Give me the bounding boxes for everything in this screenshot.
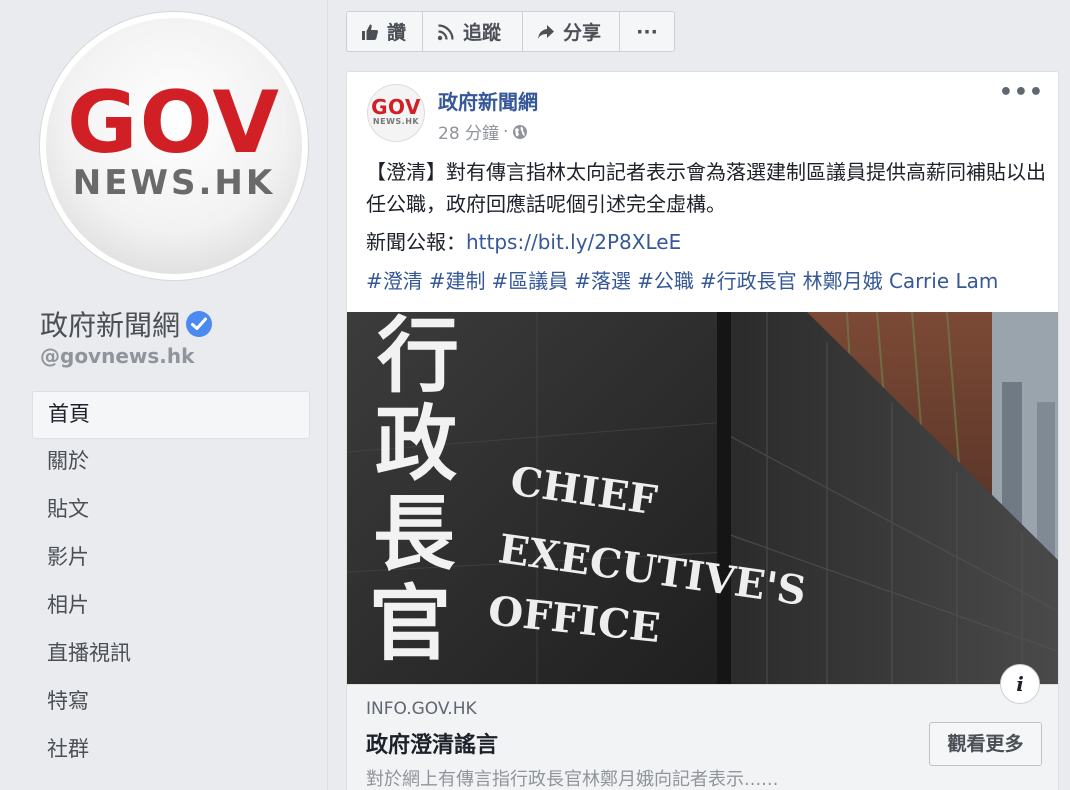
nav-item-photos[interactable]: 相片 [32, 583, 310, 631]
avatar-logo-gov: GOV [371, 95, 421, 119]
share-label: 分享 [563, 22, 602, 44]
nav-item-live[interactable]: 直播視訊 [32, 631, 310, 679]
page-sidebar: GOV NEWS.HK 政府新聞網 @govnews.hk 首頁 關於 貼文 影… [0, 0, 328, 790]
sign-chinese-chars: 行 政 長 官 [369, 312, 459, 672]
post-link-prefix: 新聞公報： [366, 230, 466, 254]
post-author-name[interactable]: 政府新聞網 [438, 86, 538, 115]
hashtag-link[interactable]: #澄清 [366, 269, 423, 293]
logo-gov-text: GOV [67, 73, 281, 173]
post-author-avatar[interactable]: GOV NEWS.HK [367, 84, 425, 142]
nav-item-videos[interactable]: 影片 [32, 535, 310, 583]
page-action-toolbar: 讚 追蹤 分享 ··· [346, 11, 675, 52]
tagged-person-link[interactable]: 林鄭月娥 Carrie Lam [803, 269, 999, 293]
info-icon[interactable]: i [1000, 664, 1040, 704]
share-arrow-icon [538, 24, 554, 39]
page-handle[interactable]: @govnews.hk [40, 344, 194, 368]
nav-item-about[interactable]: 關於 [32, 439, 310, 487]
verified-badge-icon [186, 311, 213, 337]
nav-item-featured[interactable]: 特寫 [32, 679, 310, 727]
page-title: 政府新聞網 [40, 304, 213, 344]
govnews-logo: GOV NEWS.HK [46, 18, 302, 274]
post-card: GOV NEWS.HK 政府新聞網 28 分鐘 · ••• 【澄清】對有傳言指林… [346, 71, 1059, 790]
link-preview-title[interactable]: 政府澄清謠言 [366, 727, 498, 759]
link-preview-domain: INFO.GOV.HK [366, 699, 477, 719]
avatar-logo-news: NEWS.HK [372, 117, 420, 126]
like-label: 讚 [387, 22, 407, 44]
page-nav: 首頁 關於 貼文 影片 相片 直播視訊 特寫 社群 [32, 391, 310, 775]
nav-item-posts[interactable]: 貼文 [32, 487, 310, 535]
rss-icon [437, 23, 454, 40]
like-button[interactable]: 讚 [347, 12, 423, 51]
link-preview-description: 對於網上有傳言指行政長官林鄭月娥向記者表示...... [366, 769, 779, 790]
globe-icon[interactable] [512, 124, 528, 140]
meta-separator: · [503, 121, 509, 142]
learn-more-button[interactable]: 觀看更多 [929, 722, 1042, 766]
hashtag-link[interactable]: #行政長官 [700, 269, 797, 293]
post-hashtags: #澄清 #建制 #區議員 #落選 #公職 #行政長官 林鄭月娥 Carrie Lam [366, 265, 1004, 294]
sign-char-4: 官 [369, 576, 451, 672]
hashtag-link[interactable]: #落選 [574, 269, 631, 293]
hashtag-link[interactable]: #公職 [637, 269, 694, 293]
post-link-line: 新聞公報：https://bit.ly/2P8XLeE [366, 226, 681, 255]
follow-label: 追蹤 [463, 22, 502, 44]
post-meta: 28 分鐘 · [438, 119, 528, 144]
link-preview[interactable]: INFO.GOV.HK 政府澄清謠言 對於網上有傳言指行政長官林鄭月娥向記者表示… [347, 684, 1058, 790]
post-options-button[interactable]: ••• [999, 80, 1044, 105]
post-link-image[interactable]: 行 政 長 官 CHIEF EXECUTIVE'S OFFICE [347, 312, 1058, 684]
chief-executive-office-photo: 行 政 長 官 CHIEF EXECUTIVE'S OFFICE [347, 312, 1058, 684]
more-dots-icon: ··· [636, 20, 658, 43]
nav-item-community[interactable]: 社群 [32, 727, 310, 775]
sign-char-3: 長 [373, 486, 456, 582]
logo-news-text: NEWS.HK [72, 163, 276, 203]
nav-item-home[interactable]: 首頁 [32, 391, 310, 439]
hashtag-link[interactable]: #建制 [429, 269, 486, 293]
post-link-url[interactable]: https://bit.ly/2P8XLeE [466, 230, 681, 254]
page-profile-picture[interactable]: GOV NEWS.HK [40, 12, 308, 280]
more-options-button[interactable]: ··· [620, 12, 674, 51]
post-body-text: 【澄清】對有傳言指林太向記者表示會為落選建制區議員提供高薪同補貼以出任公職，政府… [366, 160, 1046, 216]
thumbs-up-icon [362, 24, 378, 40]
hashtag-link[interactable]: #區議員 [492, 269, 569, 293]
post-timestamp[interactable]: 28 分鐘 [438, 119, 499, 144]
follow-button[interactable]: 追蹤 [423, 12, 523, 51]
sign-char-2: 政 [375, 396, 457, 492]
share-button[interactable]: 分享 [523, 12, 620, 51]
sign-char-1: 行 [377, 312, 459, 404]
page-name-text: 政府新聞網 [40, 309, 181, 342]
